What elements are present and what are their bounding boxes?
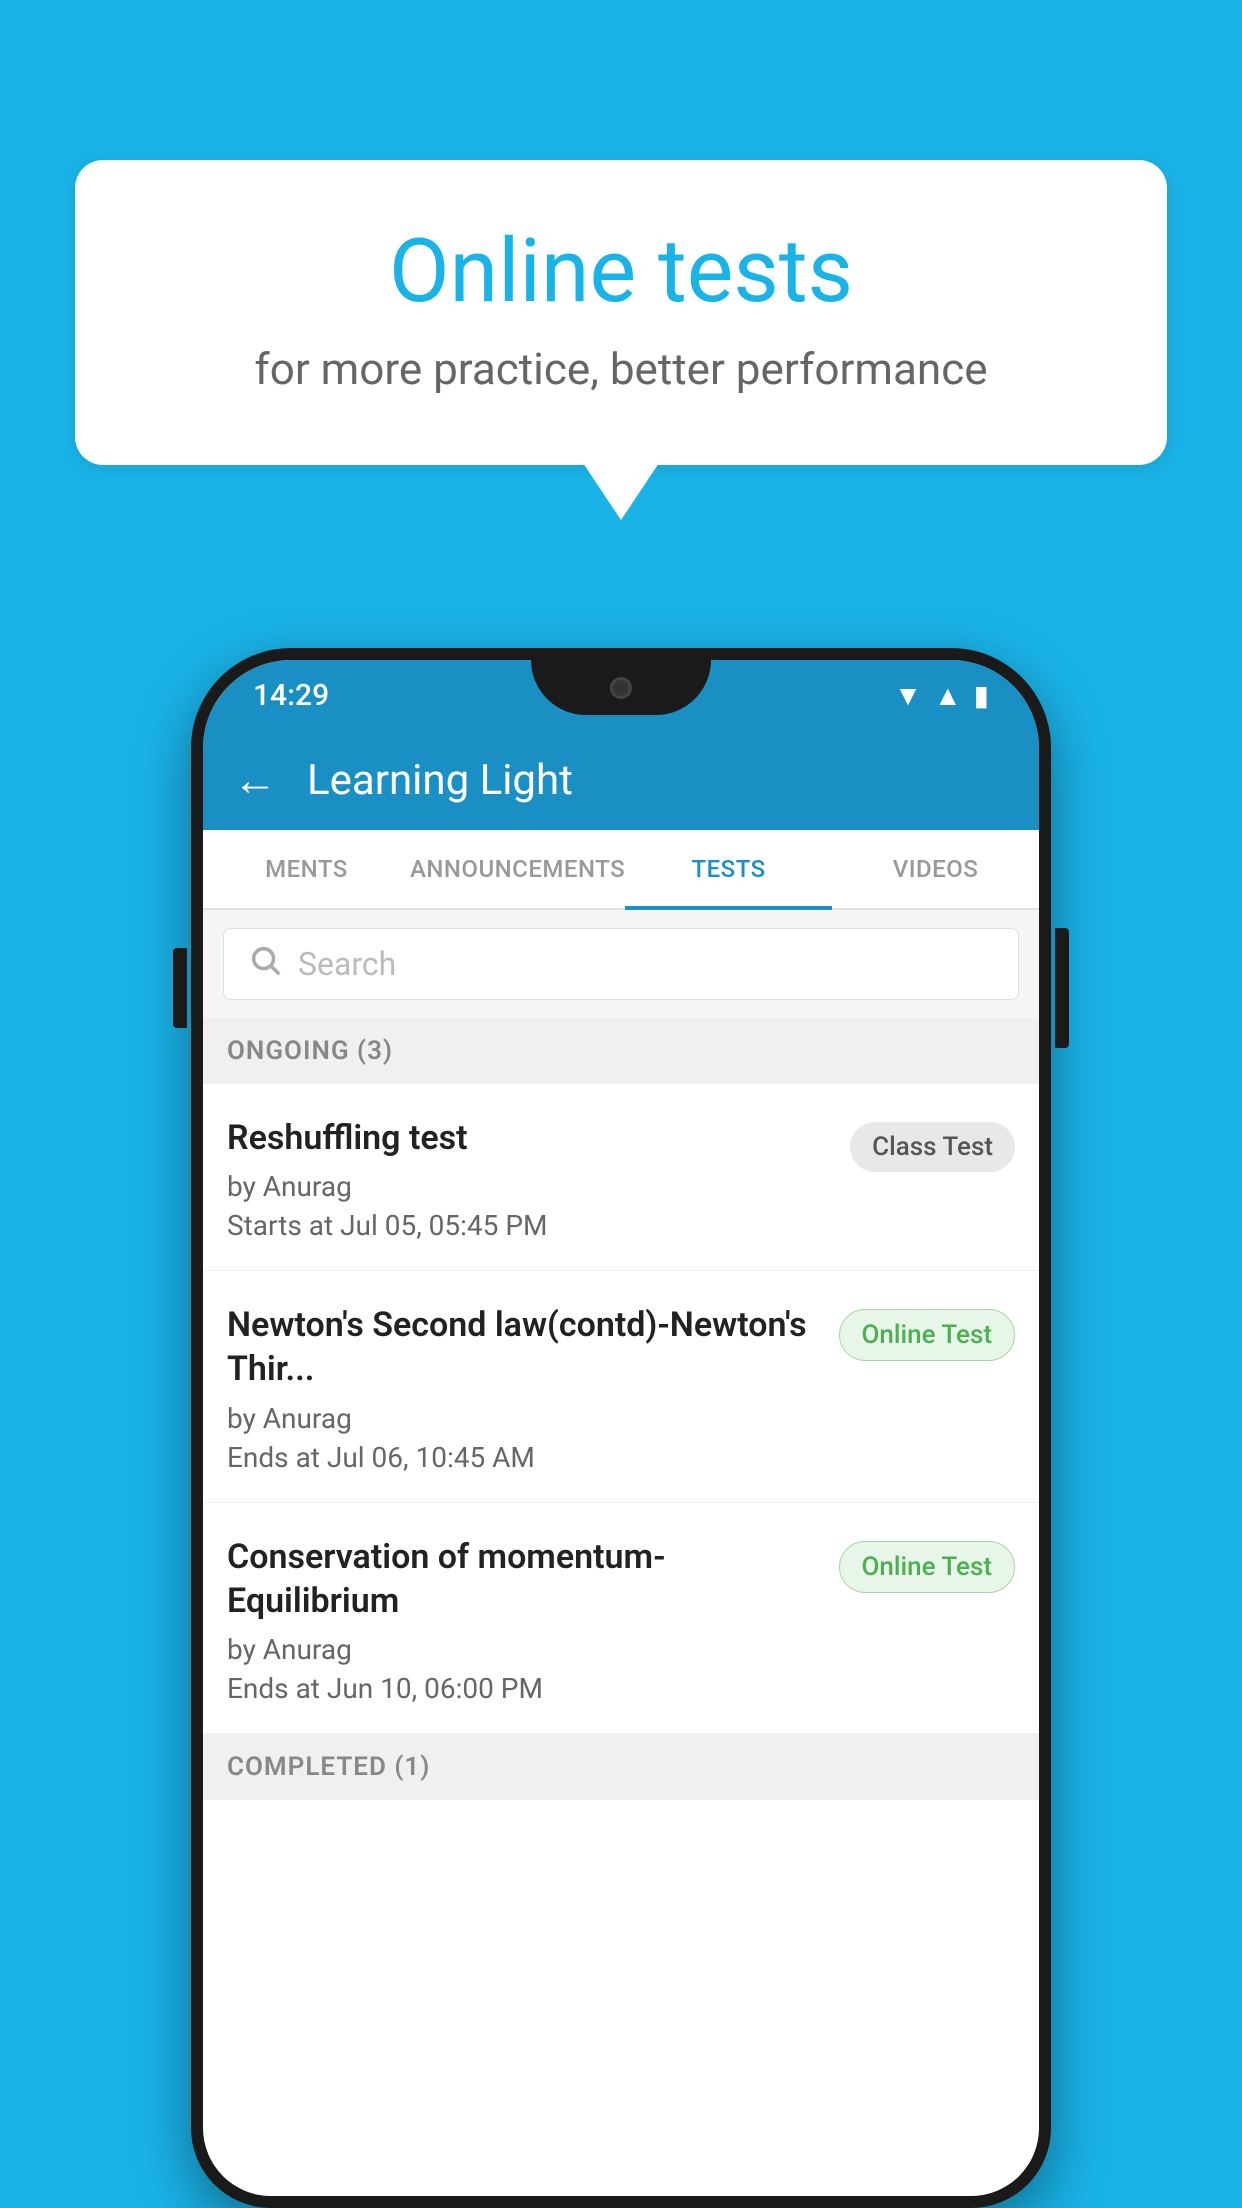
- wifi-icon: ▼: [894, 679, 922, 712]
- battery-icon: ▮: [974, 679, 989, 712]
- test-badge-1: Class Test: [850, 1122, 1015, 1172]
- tab-videos[interactable]: VIDEOS: [832, 830, 1039, 908]
- tab-ments[interactable]: MENTS: [203, 830, 410, 908]
- test-author-1: by Anurag: [227, 1170, 834, 1203]
- search-container: Search: [203, 910, 1039, 1018]
- test-badge-2: Online Test: [839, 1309, 1016, 1361]
- phone-screen: 14:29 ▼ ▲ ▮ ← Learning Light MENTS ANNOU…: [203, 660, 1039, 2196]
- test-time-3: Ends at Jun 10, 06:00 PM: [227, 1672, 823, 1705]
- status-time: 14:29: [253, 678, 329, 713]
- app-bar: ← Learning Light: [203, 730, 1039, 830]
- completed-section-header: COMPLETED (1): [203, 1734, 1039, 1800]
- test-item-2[interactable]: Newton's Second law(contd)-Newton's Thir…: [203, 1271, 1039, 1502]
- ongoing-section-header: ONGOING (3): [203, 1018, 1039, 1084]
- signal-icon: ▲: [934, 679, 962, 712]
- app-title: Learning Light: [307, 756, 573, 805]
- test-name-1: Reshuffling test: [227, 1116, 834, 1160]
- phone-frame: 14:29 ▼ ▲ ▮ ← Learning Light MENTS ANNOU…: [191, 648, 1051, 2208]
- camera-dot: [610, 677, 632, 699]
- bubble-title: Online tests: [155, 220, 1087, 323]
- search-icon: [248, 943, 282, 986]
- speech-bubble: Online tests for more practice, better p…: [75, 160, 1167, 465]
- notch: [531, 660, 711, 715]
- search-placeholder: Search: [298, 945, 396, 983]
- speech-bubble-container: Online tests for more practice, better p…: [75, 160, 1167, 465]
- tab-announcements[interactable]: ANNOUNCEMENTS: [410, 830, 625, 908]
- tab-bar: MENTS ANNOUNCEMENTS TESTS VIDEOS: [203, 830, 1039, 910]
- status-icons: ▼ ▲ ▮: [894, 679, 989, 712]
- status-bar: 14:29 ▼ ▲ ▮: [203, 660, 1039, 730]
- test-author-2: by Anurag: [227, 1402, 823, 1435]
- tab-tests[interactable]: TESTS: [625, 830, 832, 908]
- back-button[interactable]: ←: [233, 754, 277, 806]
- test-badge-3: Online Test: [839, 1541, 1016, 1593]
- test-name-2: Newton's Second law(contd)-Newton's Thir…: [227, 1303, 823, 1391]
- test-item-3[interactable]: Conservation of momentum-Equilibrium by …: [203, 1503, 1039, 1734]
- test-item-1[interactable]: Reshuffling test by Anurag Starts at Jul…: [203, 1084, 1039, 1271]
- test-time-2: Ends at Jul 06, 10:45 AM: [227, 1441, 823, 1474]
- bubble-subtitle: for more practice, better performance: [155, 343, 1087, 395]
- search-bar[interactable]: Search: [223, 928, 1019, 1000]
- test-author-3: by Anurag: [227, 1633, 823, 1666]
- test-name-3: Conservation of momentum-Equilibrium: [227, 1535, 823, 1623]
- test-info-3: Conservation of momentum-Equilibrium by …: [227, 1535, 823, 1705]
- test-info-1: Reshuffling test by Anurag Starts at Jul…: [227, 1116, 834, 1242]
- test-info-2: Newton's Second law(contd)-Newton's Thir…: [227, 1303, 823, 1473]
- test-time-1: Starts at Jul 05, 05:45 PM: [227, 1209, 834, 1242]
- test-list: Reshuffling test by Anurag Starts at Jul…: [203, 1084, 1039, 1734]
